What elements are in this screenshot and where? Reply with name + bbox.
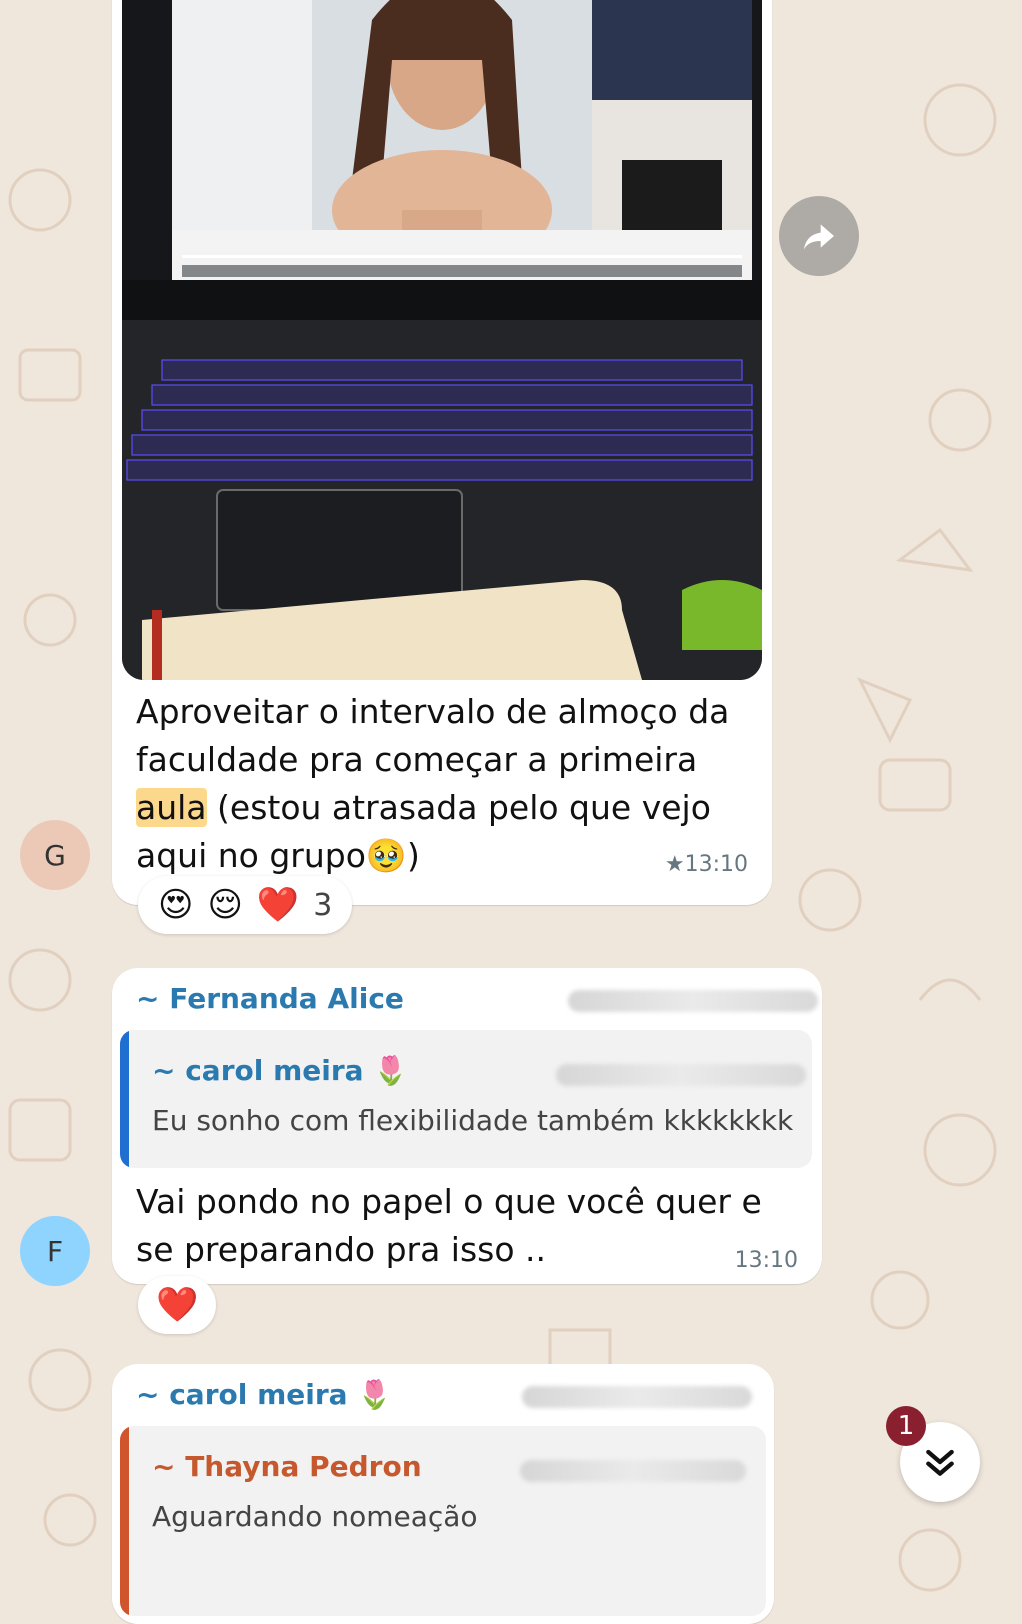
reactions-bar[interactable]: ❤️: [138, 1276, 217, 1334]
message-bubble-image[interactable]: Aproveitar o intervalo de almoço da facu…: [112, 0, 772, 905]
avatar[interactable]: G: [20, 820, 90, 890]
forward-button[interactable]: [779, 196, 859, 276]
double-chevron-down-icon: [926, 1449, 954, 1476]
reactions-bar[interactable]: 😍 😌 ❤️ 3: [138, 876, 353, 934]
forward-icon: [804, 224, 834, 250]
quote-phone-redacted: [556, 1064, 806, 1086]
message-text: Vai pondo no papel o que você quer e se …: [136, 1182, 762, 1269]
reaction-red-heart-emoji: ❤️: [256, 885, 300, 925]
laptop-photo-illustration: [122, 0, 762, 680]
message-bubble-reply[interactable]: ~ Fernanda Alice ~ carol meira 🌷 Eu sonh…: [112, 968, 822, 1284]
unread-count-badge: 1: [886, 1406, 926, 1446]
quote-text: Eu sonho com flexibilidade também kkkkkk…: [152, 1104, 794, 1137]
avatar-letter: G: [44, 838, 66, 872]
message-time-starred: ★13:10: [664, 852, 748, 877]
reaction-relieved-face-emoji: 😌: [207, 885, 243, 925]
message-text-part: (estou atrasada pelo que vejo aqui no gr…: [136, 788, 711, 875]
message-bubble-reply[interactable]: ~ carol meira 🌷 ~ Thayna Pedron Aguardan…: [112, 1364, 774, 1624]
quote-sender-name: ~ carol meira 🌷: [152, 1054, 409, 1087]
quote-sender-name: ~ Thayna Pedron: [152, 1450, 422, 1483]
message-text-part: Aproveitar o intervalo de almoço da facu…: [136, 692, 730, 779]
quoted-message[interactable]: ~ carol meira 🌷 Eu sonho com flexibilida…: [120, 1030, 812, 1168]
avatar[interactable]: F: [20, 1216, 90, 1286]
quote-accent-bar: [120, 1030, 129, 1168]
avatar-letter: F: [46, 1234, 64, 1268]
quote-accent-bar: [120, 1426, 129, 1616]
reaction-count: 3: [313, 887, 333, 923]
message-text-part: ): [407, 836, 420, 875]
reaction-heart-eyes-emoji: 😍: [158, 885, 194, 925]
reaction-red-heart-emoji: ❤️: [156, 1285, 199, 1325]
quoted-message[interactable]: ~ Thayna Pedron Aguardando nomeação: [120, 1426, 766, 1616]
quote-text: Aguardando nomeação: [152, 1500, 478, 1533]
quote-phone-redacted: [520, 1460, 746, 1482]
message-text: Aproveitar o intervalo de almoço da facu…: [136, 688, 746, 880]
message-time: 13:10: [734, 1248, 798, 1273]
sender-phone-redacted: [522, 1386, 752, 1408]
message-photo[interactable]: [122, 0, 762, 680]
search-highlight: aula: [136, 788, 207, 827]
pleading-face-emoji: 🥹: [365, 836, 407, 875]
sender-phone-redacted: [568, 990, 818, 1012]
sender-name[interactable]: ~ carol meira 🌷: [136, 1378, 392, 1411]
sender-name[interactable]: ~ Fernanda Alice: [136, 982, 404, 1015]
